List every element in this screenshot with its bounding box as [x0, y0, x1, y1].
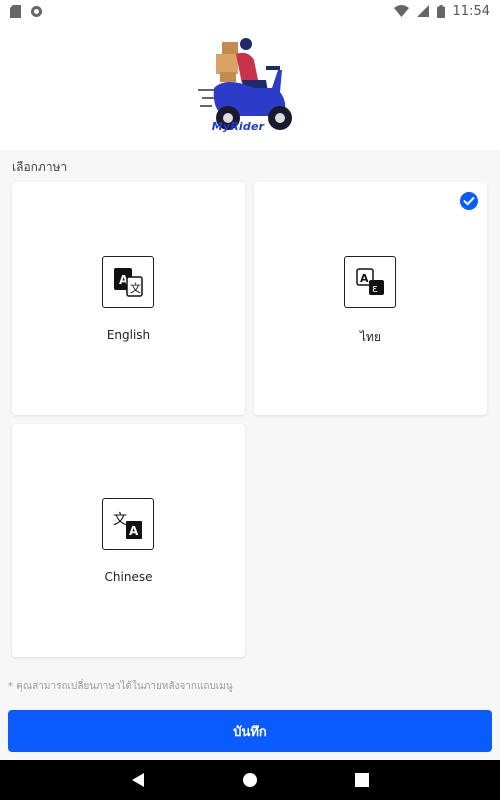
sd-card-icon	[10, 4, 21, 18]
signal-icon	[416, 5, 429, 17]
language-option-chinese[interactable]: 文 A Chinese	[12, 424, 245, 657]
language-option-english[interactable]: A 文 English	[12, 182, 245, 415]
language-option-thai[interactable]: A ε ไทย	[254, 182, 487, 415]
brand-name: MyRider	[211, 120, 265, 133]
svg-text:文: 文	[113, 512, 127, 528]
status-bar: 11:54	[0, 0, 500, 22]
svg-text:A: A	[360, 272, 369, 285]
back-icon[interactable]	[128, 770, 148, 790]
hint-text: * คุณสามารถเปลี่ยนภาษาได้ในภายหลังจากแถบ…	[8, 681, 233, 692]
svg-text:文: 文	[130, 281, 141, 295]
translate-a-icon: A 文	[102, 256, 154, 308]
translate-thai-icon: A ε	[344, 256, 396, 308]
svg-text:A: A	[129, 524, 139, 538]
navigation-bar	[0, 760, 500, 800]
status-time: 11:54	[452, 3, 490, 19]
home-icon[interactable]	[240, 770, 260, 790]
language-label: Chinese	[104, 570, 153, 584]
language-label: ไทย	[360, 330, 381, 344]
battery-icon	[436, 4, 445, 18]
translate-chinese-icon: 文 A	[102, 498, 154, 550]
recents-icon[interactable]	[352, 770, 372, 790]
language-section-label: เลือกภาษา	[12, 160, 68, 174]
check-circle-icon	[460, 192, 478, 210]
sync-icon	[31, 5, 42, 17]
language-label: English	[106, 328, 151, 342]
header: MyRider	[0, 22, 500, 150]
svg-text:ε: ε	[372, 282, 378, 295]
save-button[interactable]: บันทึก	[8, 710, 492, 752]
wifi-icon	[393, 5, 409, 17]
